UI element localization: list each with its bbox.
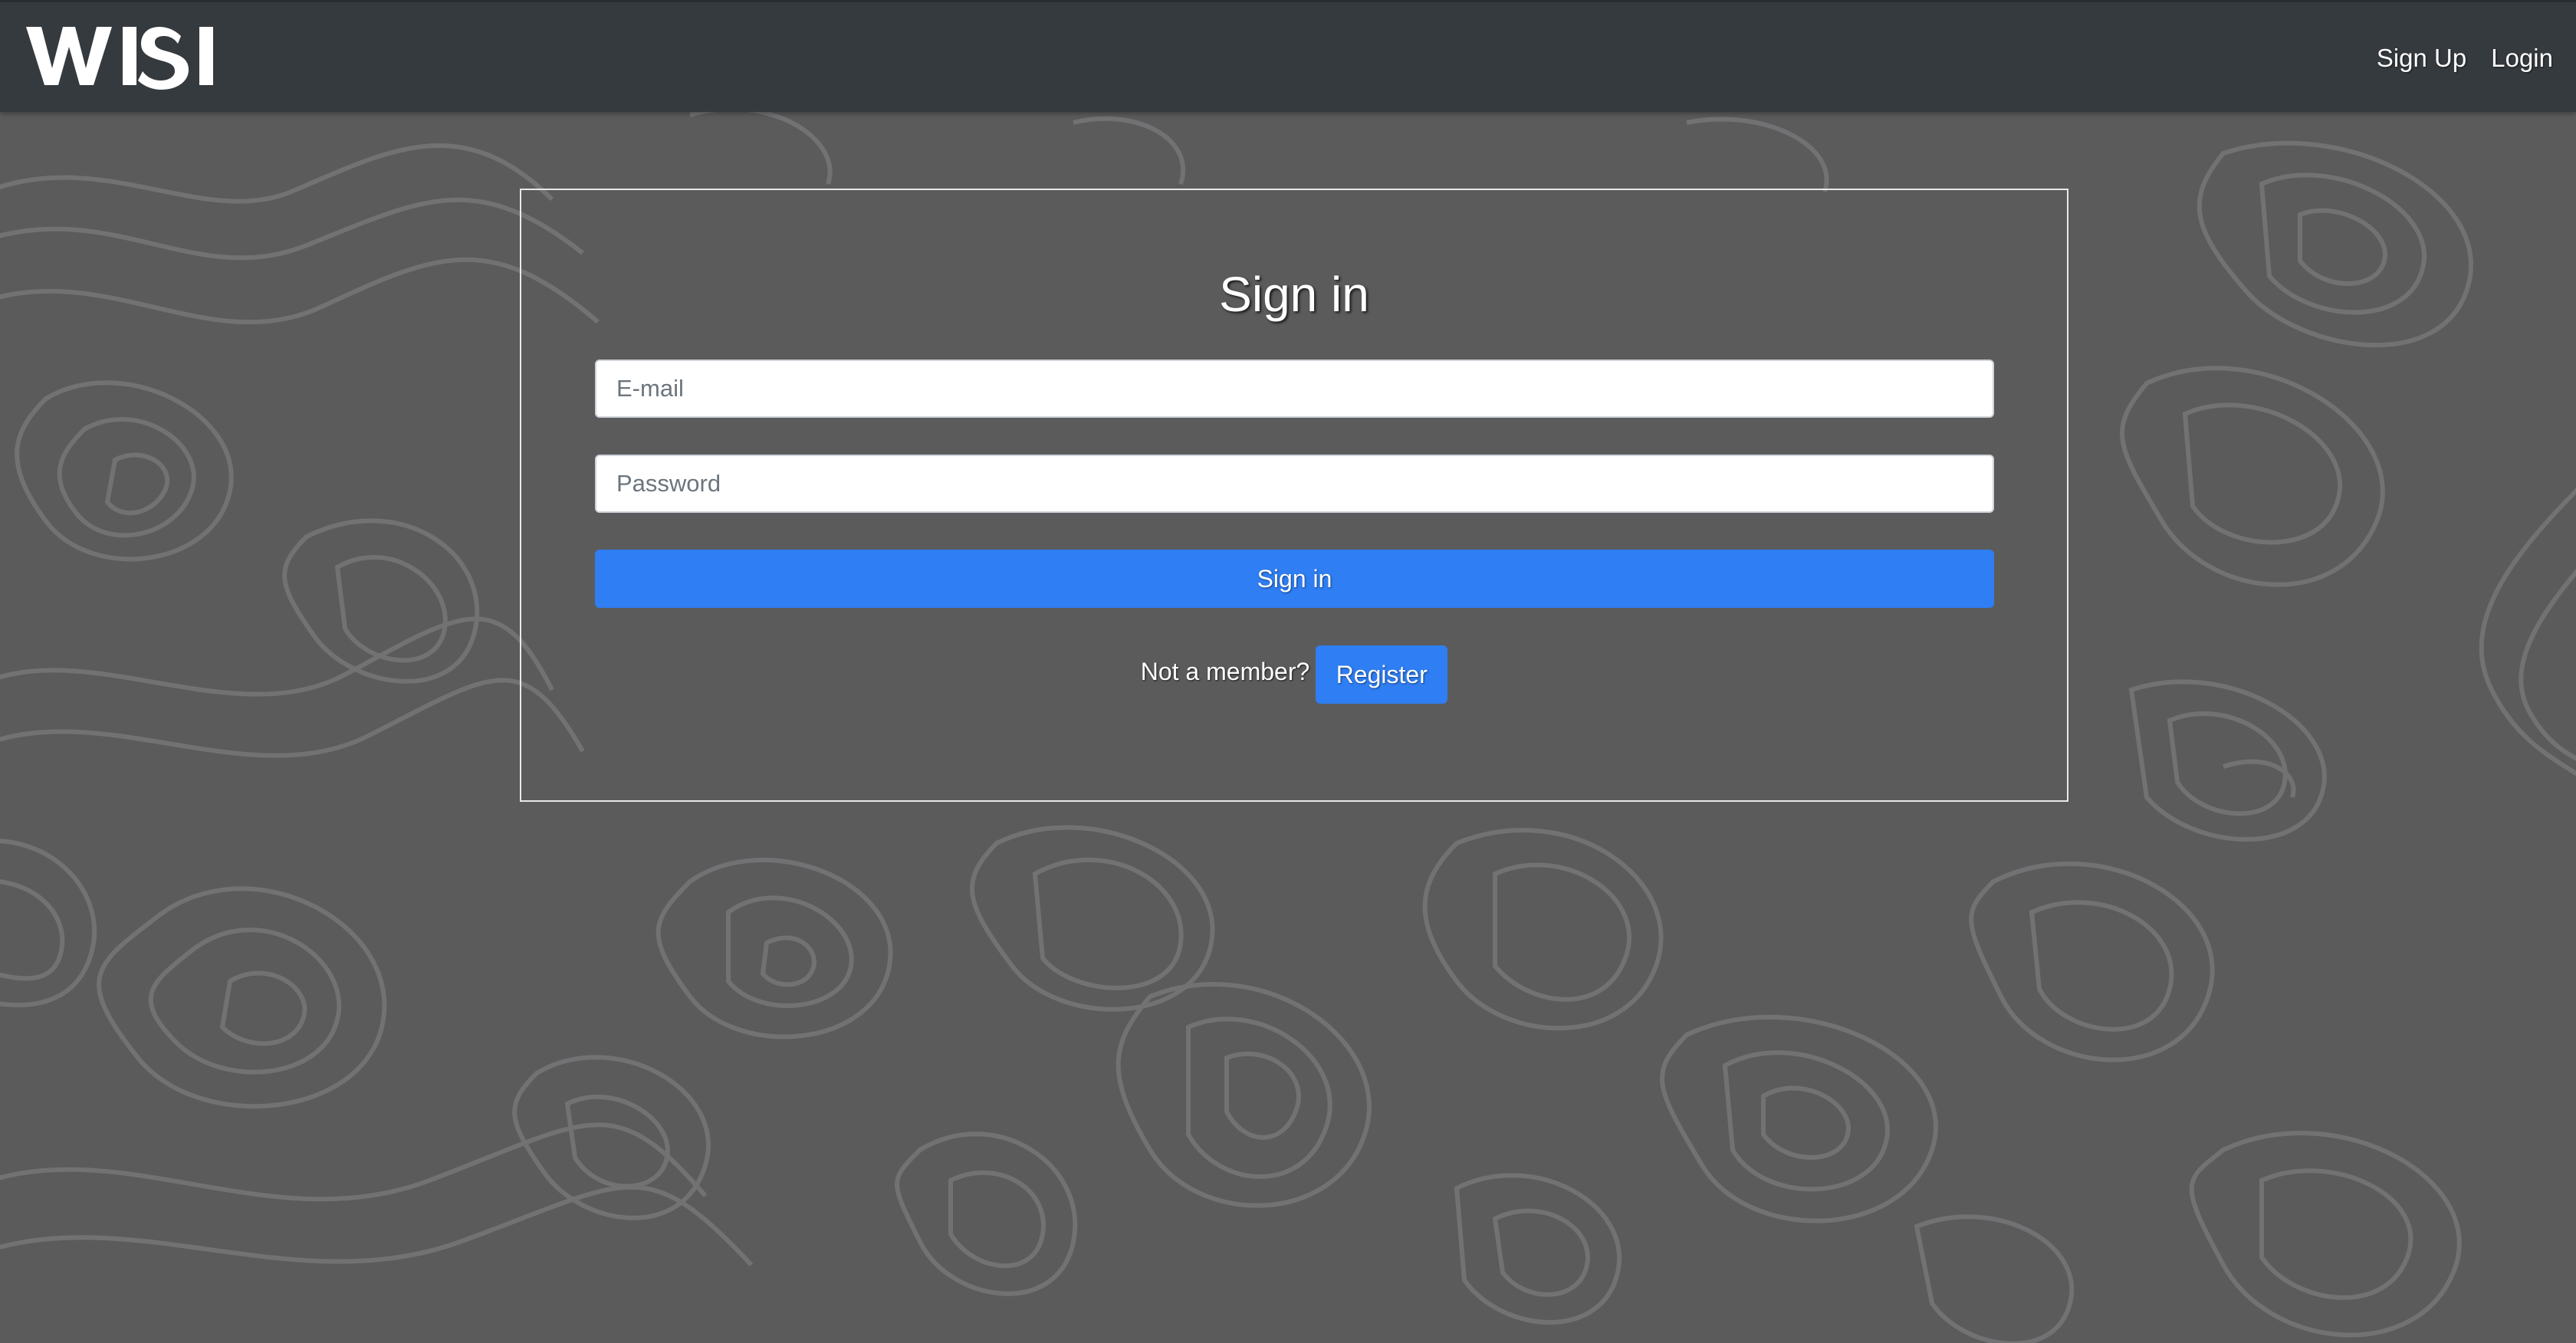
register-button[interactable]: Register xyxy=(1316,645,1448,704)
nav-login-link[interactable]: Login xyxy=(2491,44,2553,73)
brand-logo[interactable] xyxy=(26,19,218,91)
form-title: Sign in xyxy=(1219,267,1369,322)
register-prompt: Not a member? xyxy=(1140,657,1310,685)
password-input[interactable] xyxy=(595,455,1994,513)
sign-in-button[interactable]: Sign in xyxy=(595,550,1994,608)
top-navbar: Sign Up Login xyxy=(0,0,2576,112)
nav-links: Sign Up Login xyxy=(2377,2,2553,114)
email-input[interactable] xyxy=(595,360,1994,418)
nav-sign-up-link[interactable]: Sign Up xyxy=(2377,44,2466,73)
register-row: Not a member? Register xyxy=(521,645,2067,704)
wisi-logo-icon xyxy=(26,27,213,90)
sign-in-card: Sign in Sign in Not a member? Register xyxy=(520,189,2068,802)
